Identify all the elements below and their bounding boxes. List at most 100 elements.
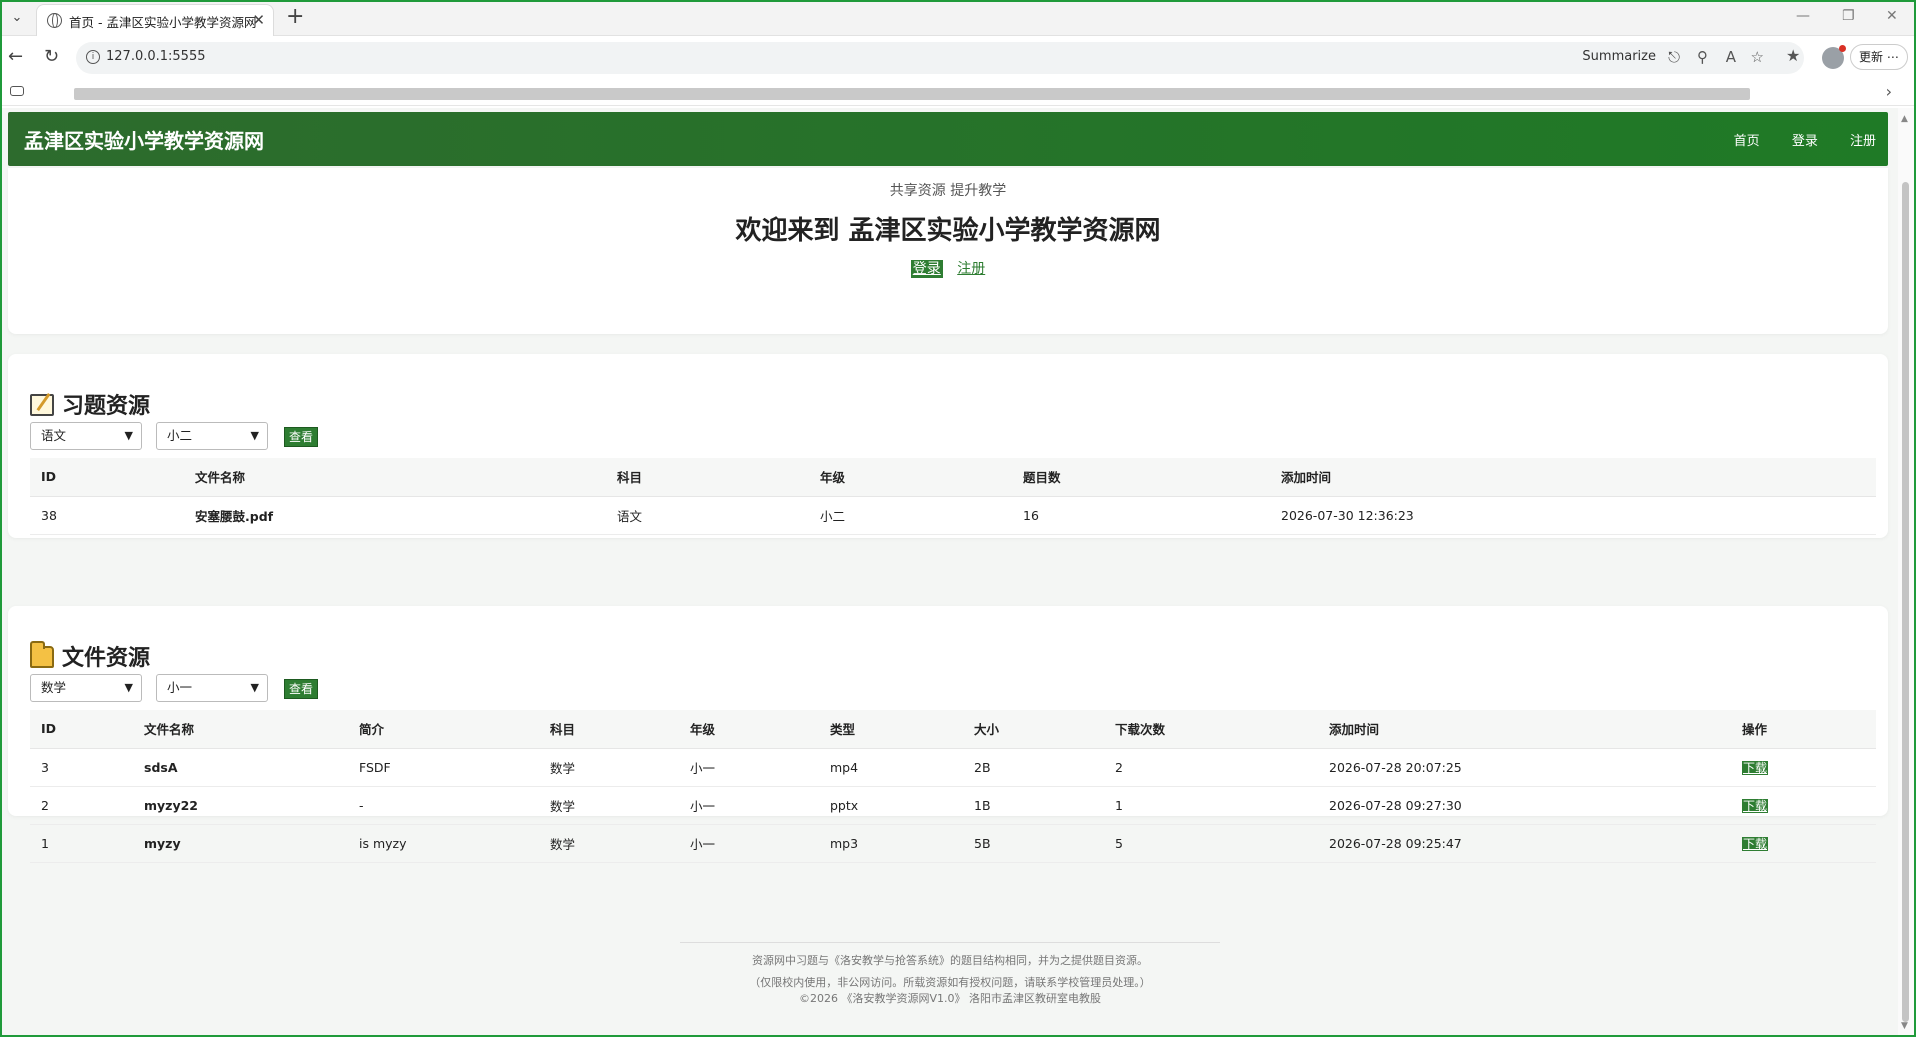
- page-viewport: 孟津区实验小学教学资源网 首页 登录 注册 共享资源 提升教学 欢迎来到 孟津区…: [2, 108, 1898, 1035]
- scrollbar[interactable]: ▲ ▼: [1898, 108, 1914, 1035]
- nav-home[interactable]: 首页: [1734, 134, 1760, 149]
- files-column-header: 下载次数: [1104, 710, 1318, 749]
- file-grade-select[interactable]: 小一 ▼: [156, 674, 268, 702]
- summarize-button[interactable]: Summarize: [1582, 49, 1656, 64]
- files-column-header: 类型: [819, 710, 963, 749]
- favorites-icon[interactable]: ★: [1786, 46, 1800, 65]
- table-cell: 小二: [809, 496, 1012, 535]
- download-link[interactable]: 下载: [1742, 798, 1769, 813]
- table-cell: -: [348, 786, 539, 825]
- exercise-subject-value: 语文: [41, 428, 67, 443]
- files-column-header: 大小: [963, 710, 1104, 749]
- table-cell: 下载: [1731, 824, 1876, 863]
- table-row: 38 安塞腰鼓.pdf 语文 小二 16 2026-07-30 12:36:23: [30, 496, 1876, 535]
- table-cell: 1: [1104, 786, 1318, 825]
- table-cell: 小一: [679, 824, 819, 863]
- exercises-column-header: 文件名称: [184, 458, 606, 497]
- profile-avatar[interactable]: [1822, 45, 1846, 69]
- hero-links: 登录 注册: [8, 258, 1888, 278]
- zoom-icon[interactable]: ⚲: [1697, 48, 1708, 66]
- file-grade-value: 小一: [167, 680, 193, 695]
- file-panel-title: 文件资源: [30, 640, 150, 672]
- footer-line-3: ©2026 《洛安教学资源网V1.0》 洛阳市孟津区教研室电教股: [798, 992, 1101, 1005]
- summarize-icon[interactable]: ⎋: [1668, 48, 1680, 66]
- chevron-right-icon[interactable]: ›: [1886, 82, 1892, 101]
- table-cell: 下载: [1731, 786, 1876, 825]
- exercise-view-button[interactable]: 查看: [284, 427, 319, 447]
- table-cell: 小一: [679, 786, 819, 825]
- table-cell: 2B: [963, 748, 1104, 787]
- globe-icon: [47, 13, 62, 28]
- tab-list-chevron-icon[interactable]: ⌄: [6, 8, 28, 30]
- restore-icon[interactable]: ❐: [1842, 8, 1855, 24]
- chevron-down-icon: ▼: [124, 681, 133, 694]
- exercise-grade-select[interactable]: 小二 ▼: [156, 422, 268, 450]
- table-cell: 5B: [963, 824, 1104, 863]
- footer-line-2: （仅限校内使用，非公网访问。所载资源如有授权问题，请联系学校管理员处理。）: [749, 976, 1151, 989]
- close-tab-icon[interactable]: ✕: [252, 11, 265, 29]
- hero-register-link[interactable]: 注册: [957, 261, 985, 277]
- scroll-up-icon[interactable]: ▲: [1901, 114, 1908, 124]
- back-arrow-icon[interactable]: ←: [8, 46, 23, 67]
- tab-title: 首页 - 孟津区实验小学教学资源网: [69, 15, 257, 30]
- download-link[interactable]: 下载: [1742, 760, 1769, 775]
- table-cell: 数学: [539, 824, 679, 863]
- files-column-header: ID: [30, 710, 133, 749]
- table-cell: 1B: [963, 786, 1104, 825]
- table-cell: 数学: [539, 748, 679, 787]
- table-row: 3 sdsA FSDF 数学 小一 mp4 2B 2 2026-07-28 20:07:25 下载: [30, 748, 1876, 787]
- table-cell: 2026-07-28 09:25:47: [1318, 824, 1731, 863]
- browser-toolbar: ← ↻ i 127.0.0.1:5555 Summarize ⎋ ⚲ A ☆ ★…: [0, 36, 1916, 80]
- file-subject-value: 数学: [41, 680, 67, 695]
- update-label: 更新: [1859, 50, 1884, 64]
- url-text[interactable]: 127.0.0.1:5555: [106, 49, 206, 64]
- exercises-column-header: 科目: [606, 458, 809, 497]
- exercises-column-header: 年级: [809, 458, 1012, 497]
- table-cell: 38: [30, 496, 184, 535]
- exercise-subject-select[interactable]: 语文 ▼: [30, 422, 142, 450]
- browser-tab[interactable]: 首页 - 孟津区实验小学教学资源网 ✕: [36, 4, 274, 36]
- exercise-table-header: ID 文件名称 科目 年级 题目数 添加时间: [30, 458, 1876, 497]
- memo-icon: [30, 394, 54, 416]
- scroll-down-icon[interactable]: ▼: [1901, 1021, 1908, 1031]
- update-button[interactable]: 更新 ⋯: [1850, 44, 1908, 70]
- reload-icon[interactable]: ↻: [44, 46, 59, 67]
- table-cell: 下载: [1731, 748, 1876, 787]
- table-cell: mp4: [819, 748, 963, 787]
- file-table-header: ID 文件名称 简介 科目 年级 类型 大小 下载次数 添加时间 操作: [30, 710, 1876, 749]
- files-column-header: 简介: [348, 710, 539, 749]
- close-window-icon[interactable]: ✕: [1886, 8, 1898, 24]
- new-tab-plus-icon[interactable]: +: [286, 4, 304, 30]
- file-title-text: 文件资源: [62, 646, 151, 671]
- table-cell: 2: [30, 786, 133, 825]
- hero-login-button[interactable]: 登录: [910, 260, 943, 278]
- table-row: 2 myzy22- 数学 小一 pptx 1B 1 2026-07-28 09:27:30 下载: [30, 786, 1876, 825]
- scrollbar-thumb[interactable]: [1902, 182, 1909, 1022]
- read-aloud-icon[interactable]: A: [1726, 48, 1736, 66]
- files-column-header: 操作: [1731, 710, 1876, 749]
- table-cell: 2026-07-30 12:36:23: [1270, 496, 1876, 535]
- blurred-bookmarks: [74, 88, 1750, 100]
- nav-register[interactable]: 注册: [1850, 134, 1876, 149]
- address-bar[interactable]: i 127.0.0.1:5555 Summarize ⎋ ⚲ A ☆: [76, 42, 1804, 74]
- file-subject-select[interactable]: 数学 ▼: [30, 674, 142, 702]
- table-row: 1 myzy is myzy 数学 小一 mp3 5B 5 2026-07-28 09:25:4…: [30, 824, 1876, 863]
- footer-divider: [680, 942, 1220, 943]
- footer-line-1: 资源网中习题与《洛安教学与抢答系统》的题目结构相同，并为之提供题目资源。: [752, 954, 1148, 967]
- site-footer: 资源网中习题与《洛安教学与抢答系统》的题目结构相同，并为之提供题目资源。 （仅限…: [2, 942, 1898, 1013]
- table-cell: mp3: [819, 824, 963, 863]
- nav-login[interactable]: 登录: [1792, 134, 1818, 149]
- favorite-star-icon[interactable]: ☆: [1751, 48, 1764, 66]
- files-column-header: 科目: [539, 710, 679, 749]
- file-view-button[interactable]: 查看: [284, 679, 319, 699]
- site-title: 孟津区实验小学教学资源网: [24, 129, 264, 153]
- bookmark-icon[interactable]: [10, 86, 24, 96]
- browser-tab-bar: ⌄ 首页 - 孟津区实验小学教学资源网 ✕ + — ❐ ✕: [0, 0, 1916, 36]
- download-link[interactable]: 下载: [1742, 836, 1769, 851]
- site-info-icon[interactable]: i: [86, 50, 100, 64]
- table-cell: 语文: [606, 496, 809, 535]
- table-cell: 1: [30, 824, 133, 863]
- table-cell: 2: [1104, 748, 1318, 787]
- hero-section: 共享资源 提升教学 欢迎来到 孟津区实验小学教学资源网 登录 注册: [8, 168, 1888, 334]
- minimize-icon[interactable]: —: [1796, 8, 1810, 24]
